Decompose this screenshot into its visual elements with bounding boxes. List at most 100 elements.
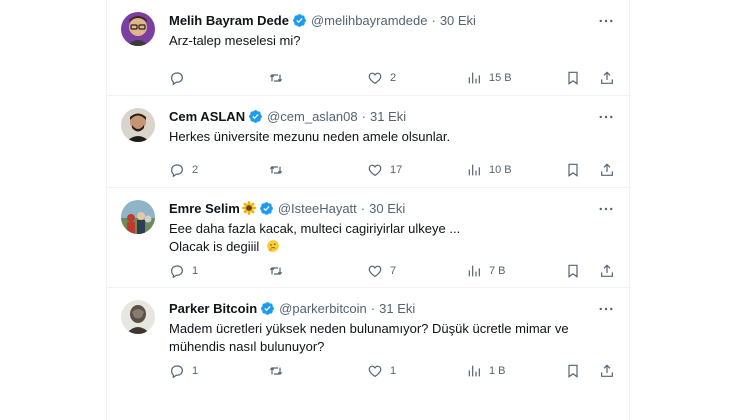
share-button[interactable] (599, 162, 615, 178)
bookmark-icon (568, 71, 578, 85)
views-count: 7 B (489, 265, 506, 277)
tweet-text: Eee daha fazla kacak, multeci cagiriyirl… (169, 220, 615, 256)
retweet-icon (269, 367, 283, 375)
reply-count: 2 (192, 164, 199, 176)
end-actions (565, 263, 615, 279)
avatar[interactable] (121, 300, 155, 334)
tweet-date[interactable]: 30 Eki (369, 201, 405, 216)
like-count: 7 (390, 265, 397, 277)
tweet-actions: 1 1 1 B (169, 361, 615, 381)
share-button[interactable] (599, 263, 615, 279)
views-button[interactable]: 1 B (466, 363, 526, 379)
retweet-icon (269, 74, 283, 82)
tweet-date[interactable]: 31 Eki (370, 109, 406, 124)
like-icon (368, 265, 382, 278)
avatar[interactable] (121, 12, 155, 46)
verified-badge-icon (259, 201, 273, 215)
verified-badge-icon (293, 13, 306, 27)
share-icon (601, 364, 613, 377)
avatar[interactable] (121, 200, 155, 234)
share-button[interactable] (599, 363, 615, 379)
views-icon (468, 164, 480, 176)
reply-button[interactable] (169, 70, 229, 86)
author-handle[interactable]: @melihbayramdede (311, 13, 428, 28)
more-icon[interactable] (597, 300, 615, 318)
tweet-text: Arz-talep meselesi mi? (169, 32, 615, 50)
tweet-text-line: Madem ücretleri yüksek neden bulunamıyor… (169, 321, 569, 336)
reply-icon (171, 72, 183, 86)
retweet-button[interactable] (268, 363, 328, 379)
like-count: 17 (390, 164, 403, 176)
like-icon (368, 365, 382, 378)
views-button[interactable]: 10 B (466, 162, 526, 178)
tweet-actions: 1 7 7 B (169, 261, 615, 281)
tweet-date[interactable]: 30 Eki (440, 13, 476, 28)
reply-icon (171, 164, 183, 178)
tweet-actions: 2 17 10 B (169, 160, 615, 180)
tweet-text: Madem ücretleri yüksek neden bulunamıyor… (169, 320, 615, 356)
views-button[interactable]: 7 B (466, 263, 526, 279)
share-icon (601, 163, 613, 176)
bookmark-button[interactable] (565, 70, 581, 86)
views-count: 10 B (489, 164, 512, 176)
more-icon[interactable] (597, 200, 615, 218)
tweet-text-line: Arz-talep meselesi mi? (169, 33, 301, 48)
more-icon[interactable] (597, 12, 615, 30)
end-actions (565, 363, 615, 379)
tweet-text-line: Olacak is degiiil (169, 239, 260, 254)
views-count: 1 B (489, 365, 506, 377)
like-button[interactable]: 17 (367, 162, 427, 178)
like-button[interactable]: 7 (367, 263, 427, 279)
views-button[interactable]: 15 B (466, 70, 526, 86)
views-count: 15 B (489, 72, 512, 84)
author-name[interactable]: Parker Bitcoin (169, 301, 257, 316)
tweet[interactable]: Parker Bitcoin @parkerbitcoin · 31 Eki M… (107, 288, 629, 420)
tweet[interactable]: Melih Bayram Dede @melihbayramdede · 30 … (107, 0, 629, 96)
author-name[interactable]: Emre Selim (169, 201, 240, 216)
tweet-date[interactable]: 31 Eki (379, 301, 415, 316)
author-handle[interactable]: @parkerbitcoin (279, 301, 367, 316)
like-count: 2 (390, 72, 397, 84)
bookmark-button[interactable] (565, 263, 581, 279)
more-icon[interactable] (597, 108, 615, 126)
like-icon (368, 72, 382, 85)
tweet-text-line-with-emoji: Olacak is degiiil (169, 238, 615, 256)
author-name[interactable]: Melih Bayram Dede (169, 13, 289, 28)
verified-badge-icon (249, 109, 262, 123)
retweet-button[interactable] (268, 70, 328, 86)
tweet[interactable]: Emre Selim @IsteeHayatt · 30 Eki Eee dah… (107, 188, 629, 288)
tweet[interactable]: Cem ASLAN @cem_aslan08 · 31 Eki Herkes ü… (107, 96, 629, 188)
reply-button[interactable]: 1 (169, 363, 229, 379)
separator-dot: · (361, 108, 366, 124)
bookmark-icon (568, 364, 578, 378)
author-handle[interactable]: @cem_aslan08 (267, 109, 358, 124)
retweet-button[interactable] (268, 162, 328, 178)
author-name[interactable]: Cem ASLAN (169, 109, 245, 124)
tweet-text-line: Herkes üniversite mezunu neden amele ols… (169, 129, 451, 144)
retweet-button[interactable] (268, 263, 328, 279)
avatar[interactable] (121, 108, 155, 142)
sunflower-emoji (241, 201, 256, 215)
reply-icon (171, 265, 183, 279)
share-icon (601, 264, 613, 277)
bookmark-button[interactable] (565, 363, 581, 379)
separator-dot: · (360, 200, 366, 216)
like-button[interactable]: 1 (367, 363, 427, 379)
bookmark-button[interactable] (565, 162, 581, 178)
tweet-text-line: Eee daha fazla kacak, multeci cagiriyirl… (169, 221, 461, 236)
retweet-icon (269, 267, 283, 275)
author-handle[interactable]: @IsteeHayatt (278, 201, 357, 216)
reply-button[interactable]: 1 (169, 263, 229, 279)
share-icon (601, 71, 613, 84)
tweet-text: Herkes üniversite mezunu neden amele ols… (169, 128, 615, 146)
separator-dot: · (370, 300, 376, 316)
bookmark-icon (568, 264, 578, 278)
reply-button[interactable]: 2 (169, 162, 229, 178)
thinking-emoji (267, 240, 279, 252)
like-button[interactable]: 2 (367, 70, 427, 86)
reply-count: 1 (192, 265, 199, 277)
share-button[interactable] (599, 70, 615, 86)
verified-badge-icon (261, 301, 275, 315)
like-icon (368, 164, 382, 177)
end-actions (565, 70, 615, 86)
